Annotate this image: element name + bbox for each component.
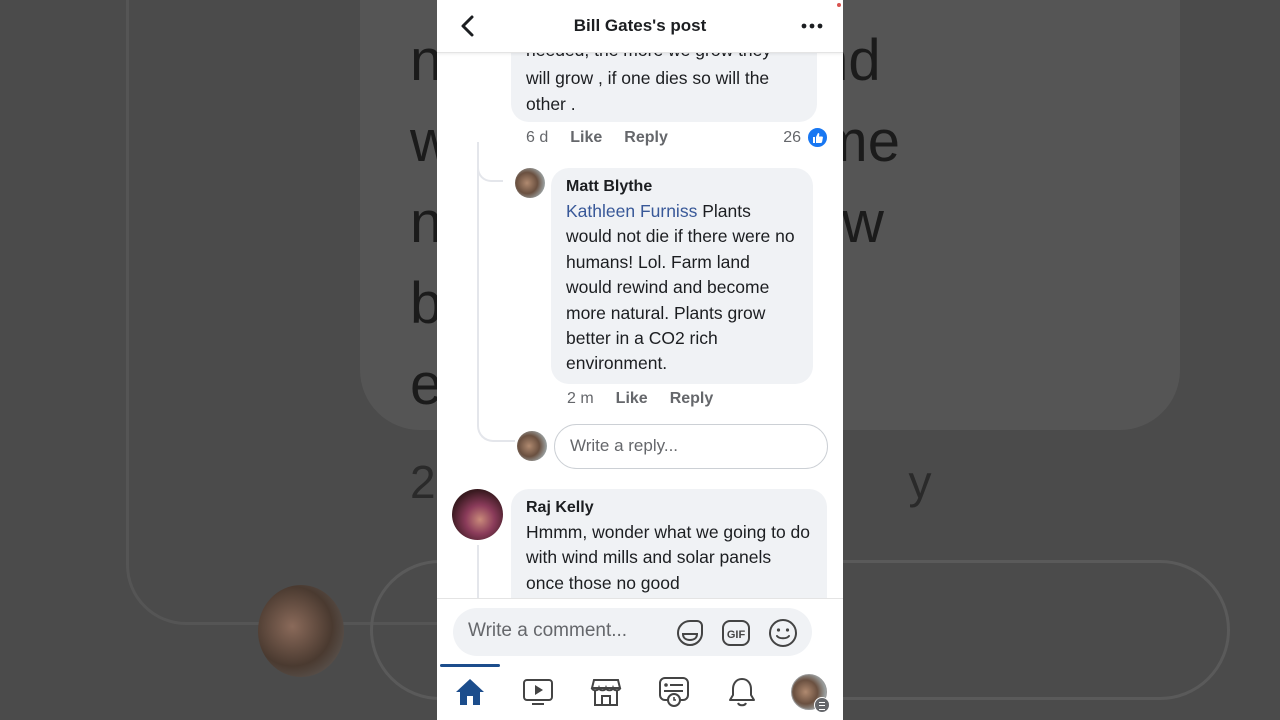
tab-notifications[interactable] (724, 674, 760, 710)
comments-feed[interactable]: needed, the more we grow they will grow … (437, 0, 843, 629)
reply-input[interactable]: Write a reply... (554, 424, 828, 469)
svg-text:GIF: GIF (727, 629, 746, 641)
comment-author[interactable]: Matt Blythe (566, 177, 798, 197)
comment-time: 2 m (567, 390, 594, 407)
reaction-count: 26 (783, 128, 801, 146)
reply-button[interactable]: Reply (670, 390, 714, 408)
thread-connector (477, 545, 479, 605)
gif-icon[interactable]: GIF (721, 618, 751, 648)
avatar[interactable] (452, 489, 503, 540)
tab-news[interactable] (656, 674, 692, 710)
tab-watch[interactable] (520, 674, 556, 710)
comment-actions: 6 d Like Reply (526, 129, 668, 147)
tab-home[interactable] (452, 674, 488, 710)
menu-icon (814, 697, 830, 713)
emoji-icon[interactable] (768, 618, 798, 648)
reply-button[interactable]: Reply (624, 129, 668, 147)
like-button[interactable]: Like (616, 390, 648, 408)
bell-icon (729, 678, 755, 707)
bottom-tab-bar (437, 664, 843, 720)
mention-link[interactable]: Kathleen Furniss (566, 201, 697, 221)
news-clock-icon (659, 677, 689, 707)
comment-input-placeholder: Write a comment... (468, 620, 628, 641)
comment-text-line: other . (526, 94, 576, 114)
recording-indicator (837, 3, 841, 7)
like-button[interactable]: Like (570, 129, 602, 147)
comment-author[interactable]: Raj Kelly (526, 498, 812, 518)
comment-text-line: will grow , if one dies so will the (526, 68, 770, 88)
comment-text: Hmmm, wonder what we going to do with wi… (526, 522, 811, 593)
comment-actions: 2 m Like Reply (567, 390, 713, 408)
phone-screen: needed, the more we grow they will grow … (437, 0, 843, 720)
comment-composer-area: Write a comment... GIF (437, 598, 843, 664)
comment-text: Plants would not die if there were no hu… (566, 201, 795, 374)
home-icon (456, 679, 484, 705)
background-avatar (258, 585, 344, 677)
reaction-summary[interactable]: 26 (783, 127, 828, 148)
top-bar: Bill Gates's post (437, 0, 843, 53)
sticker-icon[interactable] (675, 618, 705, 648)
comment-input[interactable]: Write a comment... GIF (453, 608, 812, 656)
reply-bubble: Matt Blythe Kathleen Furniss Plants woul… (551, 168, 813, 384)
more-button[interactable] (799, 14, 825, 38)
video-icon (523, 679, 553, 705)
store-icon (590, 679, 622, 706)
active-tab-indicator (440, 664, 500, 667)
thread-connector (477, 142, 515, 442)
comment-time: 6 d (526, 129, 549, 146)
page-title: Bill Gates's post (573, 16, 707, 35)
tab-marketplace[interactable] (588, 674, 624, 710)
tab-menu-profile[interactable] (791, 674, 830, 713)
avatar[interactable] (515, 168, 545, 198)
more-horizontal-icon (801, 23, 823, 29)
avatar (517, 431, 547, 461)
like-reaction-icon (807, 127, 828, 148)
